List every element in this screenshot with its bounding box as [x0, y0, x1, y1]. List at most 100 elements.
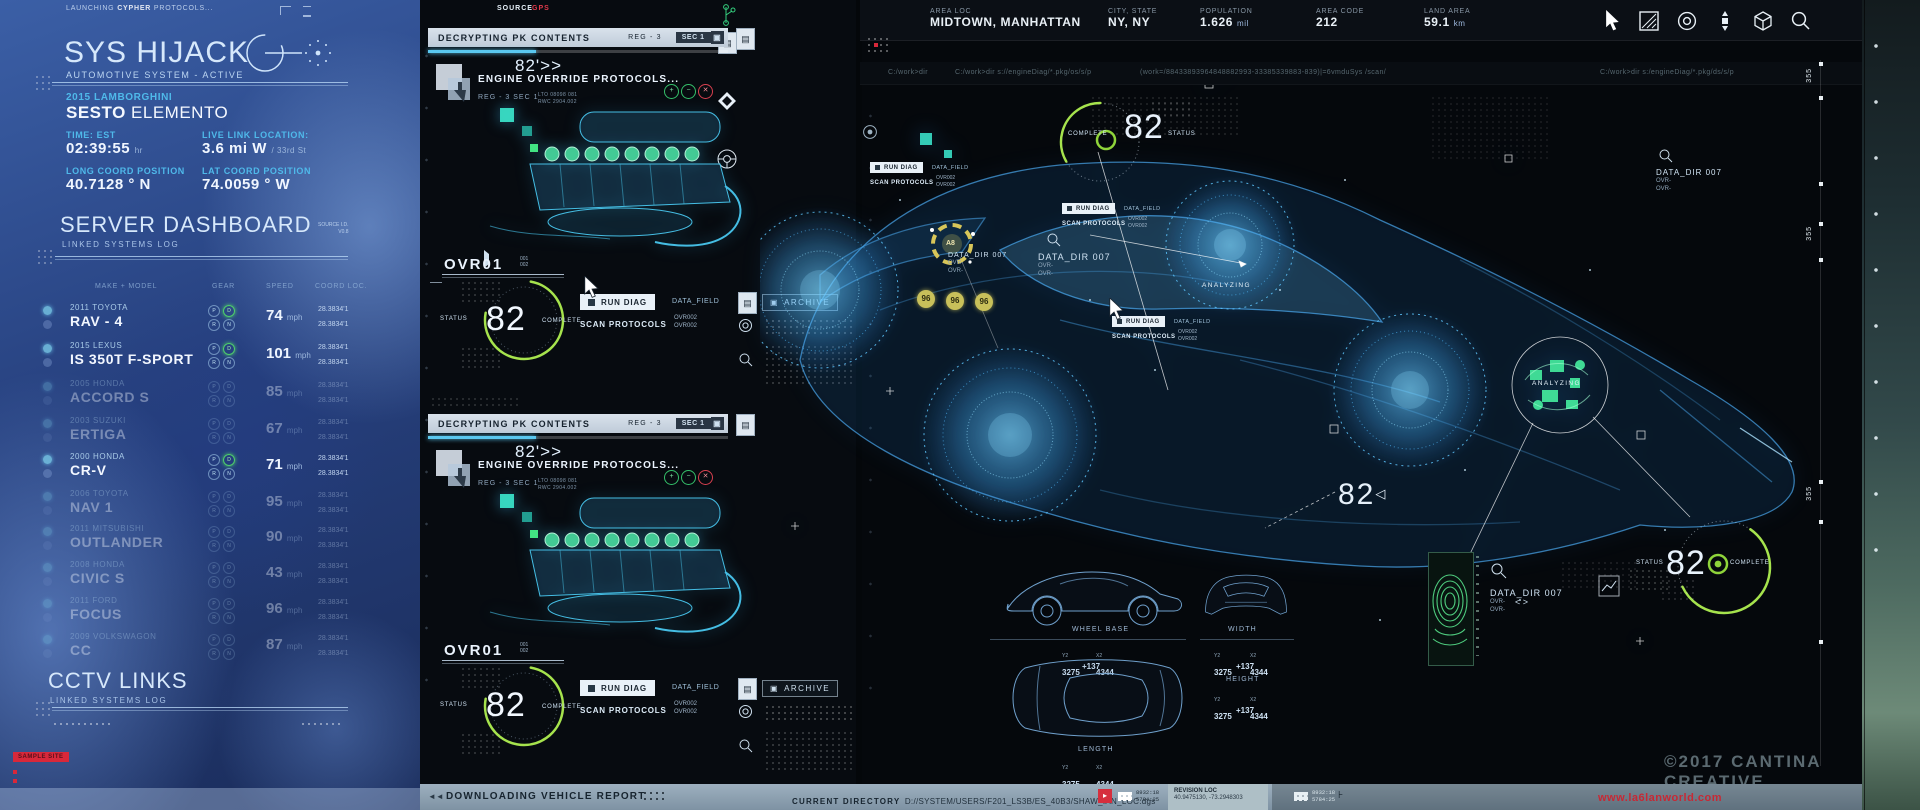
run-diag-button[interactable]: RUN DIAG: [870, 162, 923, 173]
height-delta: +137: [1236, 706, 1254, 715]
git-branch-icon[interactable]: [716, 3, 736, 27]
table-row[interactable]: 2011 MITSUBISHI OUTLANDER PDRN 90 mph 28…: [0, 524, 420, 560]
image-tool-icon[interactable]: [1638, 10, 1660, 32]
lat-value: 74.0059 ° W: [202, 176, 290, 193]
module-header-icon[interactable]: ▣: [711, 31, 724, 44]
livelink-label: LIVE LINK LOCATION:: [202, 130, 309, 140]
cursor-tool-icon[interactable]: [1604, 10, 1624, 32]
table-row[interactable]: 2011 TOYOTA RAV - 4 PDRN 74 mph 28.3834'…: [0, 303, 420, 339]
footer-shade: [1272, 784, 1862, 810]
gauge-status-label: STATUS: [440, 702, 468, 708]
row-year-make: 2009 VOLKSWAGON: [70, 632, 157, 641]
module-header: DECRYPTING PK CONTENTS REG - 3 SEC 1 ▣: [428, 28, 728, 47]
search-icon[interactable]: [1490, 562, 1508, 580]
decrypt-percent: 82'>>: [515, 56, 562, 76]
file-icon[interactable]: ▤: [736, 414, 755, 436]
cctv-link-dots[interactable]: [300, 721, 344, 727]
mini-diag-panel[interactable]: RUN DIAG DATA_FIELD SCAN PROTOCOLS OVR00…: [870, 162, 1000, 196]
abort-button[interactable]: ✕: [698, 84, 713, 99]
table-row[interactable]: 2015 LEXUS IS 350T F-SPORT PDRN 101 mph …: [0, 341, 420, 377]
divider: [1200, 639, 1294, 640]
folder-export-icon[interactable]: [434, 62, 478, 110]
vehicle-model: SESTO ELEMENTO: [66, 103, 228, 123]
scan-protocols-button[interactable]: SCAN PROTOCOLS: [580, 320, 667, 329]
cmd-prompt: C:/work>dir: [888, 69, 928, 76]
table-row[interactable]: 2011 FORD FOCUS PDRN 96 mph 28.3834'128.…: [0, 596, 420, 632]
grid-icon: [1118, 792, 1132, 801]
target-circle-icon[interactable]: [738, 318, 753, 333]
search-tool-icon[interactable]: [1790, 10, 1812, 32]
module-header-icon[interactable]: ▣: [711, 417, 724, 430]
row-speed: 95 mph: [266, 493, 302, 510]
scan-protocols-button[interactable]: SCAN PROTOCOLS: [870, 180, 934, 186]
source-label: SOURCE: [497, 5, 533, 12]
row-year-make: 2011 MITSUBISHI: [70, 524, 144, 533]
data-dir-label[interactable]: DATA_DIR 007 OVR-OVR-: [1038, 252, 1111, 278]
tick: [430, 282, 442, 283]
folder-export-icon[interactable]: [434, 448, 478, 496]
search-icon[interactable]: [738, 738, 754, 754]
row-speed: 71 mph: [266, 456, 302, 473]
pan-tool-icon[interactable]: [1714, 10, 1736, 32]
table-row[interactable]: 2009 VOLKSWAGON CC PDRN 87 mph 28.3834'1…: [0, 632, 420, 668]
ovr-codes: OVR002OVR002: [1128, 216, 1147, 229]
scan-protocols-button[interactable]: SCAN PROTOCOLS: [1112, 334, 1176, 340]
protocol-sub: REG - 3 SEC 1: [478, 94, 538, 101]
confirm-button[interactable]: +: [664, 470, 679, 485]
target-tool-icon[interactable]: [1676, 10, 1698, 32]
archive-file-icon[interactable]: ▤: [738, 292, 757, 314]
archive-file-icon[interactable]: ▤: [738, 678, 757, 700]
table-row[interactable]: 2008 HONDA CIVIC S PDRN 43 mph 28.3834'1…: [0, 560, 420, 596]
stop-glyph-icon: [588, 685, 595, 692]
table-row[interactable]: 2003 SUZUKI ERTIGA PDRN 67 mph 28.3834'1…: [0, 416, 420, 452]
stat-city-state: CITY, STATE NY, NY: [1108, 8, 1157, 29]
blueprint-front-view: [1198, 560, 1294, 628]
cctv-link-dots[interactable]: [52, 721, 114, 727]
gauge-status-label: STATUS: [1636, 560, 1664, 566]
run-diag-button[interactable]: RUN DIAG: [1062, 203, 1115, 214]
gear-indicator: PDRN: [208, 418, 236, 444]
chevron-left-right-icon[interactable]: < >: [1515, 598, 1528, 614]
row-model: RAV - 4: [70, 313, 123, 329]
mini-diag-panel[interactable]: RUN DIAG DATA_FIELD SCAN PROTOCOLS OVR00…: [1062, 203, 1192, 237]
table-row[interactable]: 2000 HONDA CR-V PDRN 71 mph 28.3834'128.…: [0, 452, 420, 488]
minus-button[interactable]: −: [681, 470, 696, 485]
scan-protocols-button[interactable]: SCAN PROTOCOLS: [580, 706, 667, 715]
abort-button[interactable]: ✕: [698, 470, 713, 485]
run-diag-button[interactable]: RUN DIAG: [580, 680, 655, 696]
ruler-value: 355: [1806, 486, 1813, 501]
row-model: CR-V: [70, 462, 107, 478]
progress-track: [428, 50, 728, 53]
cmd-hash: (work=/88433893964848882993-33385339883-…: [1140, 69, 1386, 76]
table-row[interactable]: 2005 HONDA ACCORD S PDRN 85 mph 28.3834'…: [0, 379, 420, 415]
minus-button[interactable]: −: [681, 84, 696, 99]
protocol-sub: REG - 3 SEC 1: [478, 480, 538, 487]
confirm-button[interactable]: +: [664, 84, 679, 99]
row-bullet2-icon: [43, 320, 52, 329]
module-title: DECRYPTING PK CONTENTS: [438, 419, 590, 429]
scan-protocols-button[interactable]: SCAN PROTOCOLS: [1062, 221, 1126, 227]
row-model: IS 350T F-SPORT: [70, 351, 193, 367]
data-field-label: DATA_FIELD: [1124, 206, 1161, 212]
fingerprint-scanner[interactable]: [1428, 552, 1474, 666]
row-bullet-icon: [43, 419, 52, 428]
mini-diag-panel[interactable]: RUN DIAG DATA_FIELD SCAN PROTOCOLS OVR00…: [1112, 316, 1242, 350]
data-dir-label[interactable]: DATA_DIR 007 OVR-OVR-: [1656, 168, 1722, 193]
stat-population: POPULATION 1.626 mil: [1200, 8, 1253, 29]
ovr-label: OVR01: [444, 642, 503, 659]
search-icon[interactable]: [1658, 148, 1674, 164]
file-icon[interactable]: ▤: [736, 28, 755, 50]
record-badge[interactable]: ▸: [1098, 789, 1112, 803]
data-dir-label[interactable]: DATA_DIR 007 OVR-OVR-: [948, 252, 1007, 275]
data-dir-label[interactable]: DATA_DIR 007 OVR-OVR- < >: [1490, 588, 1563, 614]
row-model: FOCUS: [70, 606, 122, 622]
search-icon[interactable]: [738, 352, 754, 368]
search-icon[interactable]: [1046, 232, 1062, 248]
rewind-icon[interactable]: ◄◄: [428, 792, 444, 801]
cube-tool-icon[interactable]: [1752, 10, 1774, 32]
ruler-value: 355: [1806, 226, 1813, 241]
target-circle-icon[interactable]: [738, 704, 753, 719]
ovr-codes: OVR002OVR002: [674, 314, 697, 330]
table-row[interactable]: 2006 TOYOTA NAV 1 PDRN 95 mph 28.3834'12…: [0, 489, 420, 525]
engine-hologram: [430, 106, 760, 256]
